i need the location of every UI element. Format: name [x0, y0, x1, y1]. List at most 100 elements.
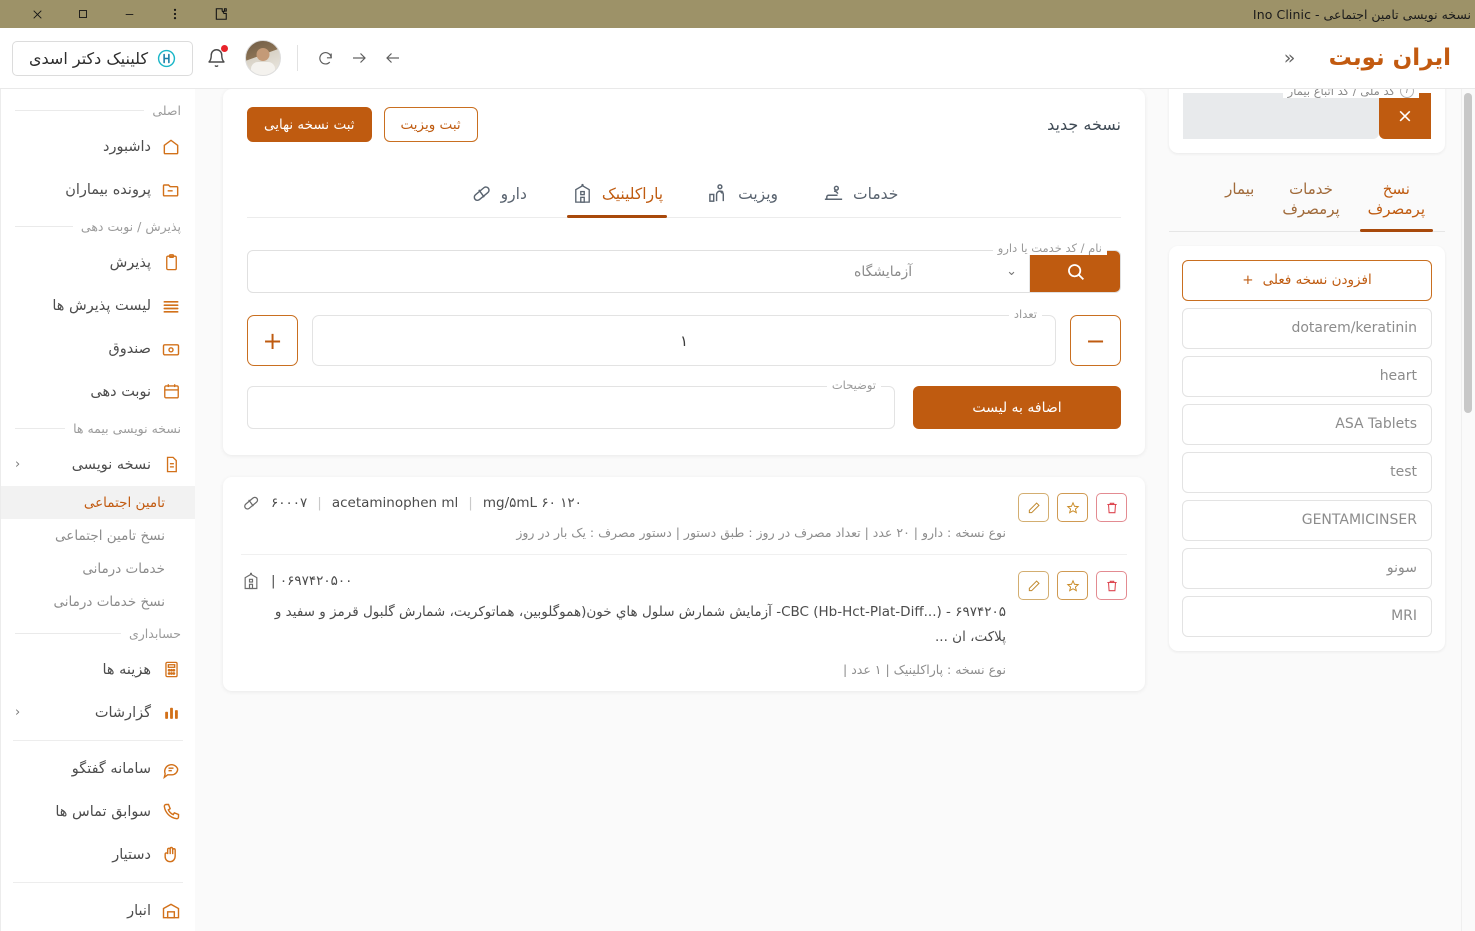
list-item[interactable]: ASA Tablets	[1182, 403, 1432, 445]
reload-icon[interactable]	[308, 41, 342, 75]
clinic-selector[interactable]: کلینیک دکتر اسدی	[12, 40, 194, 76]
sidebar-item-warehouse[interactable]: انبار	[1, 889, 195, 931]
patient-lookup-card: i کد ملی / کد اتباع بیمار ×	[1169, 89, 1445, 153]
delete-button[interactable]	[1096, 571, 1127, 600]
clear-patient-button[interactable]: ×	[1379, 93, 1431, 139]
list-item[interactable]: heart	[1182, 355, 1432, 397]
list-item[interactable]: GENTAMICINSER	[1182, 499, 1432, 541]
sidebar-item-call-history[interactable]: سوابق تماس ها	[1, 790, 195, 833]
chevron-left-icon: ‹	[15, 705, 21, 720]
tab-patient[interactable]: بیمار	[1211, 171, 1268, 231]
sidebar-item-tamin-prescriptions[interactable]: نسخ تامین اجتماعی	[1, 519, 195, 552]
star-icon	[1066, 501, 1079, 514]
minimize-icon[interactable]	[106, 0, 152, 28]
add-item-form: نام / کد خدمت یا دارو ⌄ آزمایشگاه − تعدا…	[247, 241, 1121, 429]
user-avatar[interactable]	[245, 40, 282, 76]
sidebar-item-label: هزینه ها	[102, 661, 151, 678]
sidebar-item-cashbox[interactable]: صندوق	[1, 327, 195, 370]
sidebar-item-health-services[interactable]: خدمات درمانی	[1, 552, 195, 585]
sidebar-item-label: پذیرش	[109, 254, 151, 271]
tab-services[interactable]: خدمات	[818, 176, 902, 217]
prescription-meta: نوع نسخه : پاراکلینیک | ۱ عدد |	[843, 661, 1006, 677]
chevron-left-icon: ‹	[15, 457, 21, 472]
sidebar-item-assistant[interactable]: دستیار	[1, 833, 195, 876]
sidebar-item-tamin-ejtemaei[interactable]: تامین اجتماعی	[1, 486, 195, 519]
plus-icon: +	[1242, 272, 1254, 288]
sidebar-item-prescribing[interactable]: نسخه نویسی ‹	[1, 443, 195, 486]
sidebar-item-patient-files[interactable]: پرونده بیماران	[1, 168, 195, 211]
divider-line	[15, 109, 145, 111]
list-item: ۰۶۹۷۴۲۰۵۰۰ | ۶۹۷۴۲۰۵ - (...CBC (Hb-Hct-P…	[241, 555, 1127, 691]
quantity-increment-button[interactable]: +	[247, 315, 298, 366]
chart-icon	[161, 703, 181, 723]
therapy-icon	[822, 182, 845, 205]
search-icon	[1067, 264, 1084, 280]
close-icon[interactable]	[14, 0, 60, 28]
sidebar-divider	[13, 740, 183, 741]
maximize-icon[interactable]	[60, 0, 106, 28]
sidebar-item-appointments[interactable]: نوبت دهی	[1, 370, 195, 413]
sidebar-divider	[13, 882, 183, 883]
list-item[interactable]: dotarem/keratinin	[1182, 307, 1432, 349]
page-scrollbar[interactable]	[1461, 89, 1475, 931]
favorite-button[interactable]	[1057, 571, 1088, 600]
sidebar-collapse-button[interactable]: «	[1277, 48, 1303, 68]
edit-button[interactable]	[1018, 493, 1049, 522]
sidebar-item-chat[interactable]: سامانه گفتگو	[1, 747, 195, 790]
forward-icon[interactable]	[342, 41, 376, 75]
search-button[interactable]	[1030, 251, 1120, 292]
scrollbar-thumb[interactable]	[1464, 93, 1472, 413]
header-divider	[297, 45, 299, 71]
sidebar-item-reception-list[interactable]: لیست پذیرش ها	[1, 284, 195, 327]
description-input[interactable]	[247, 386, 895, 429]
service-category-select[interactable]: ⌄ آزمایشگاه	[842, 251, 1030, 292]
home-icon	[161, 137, 181, 157]
favorite-button[interactable]	[1057, 493, 1088, 522]
edit-button[interactable]	[1018, 571, 1049, 600]
delete-button[interactable]	[1096, 493, 1127, 522]
add-to-list-button[interactable]: اضافه به لیست	[913, 386, 1121, 429]
kebab-menu-icon[interactable]	[152, 0, 198, 28]
prescription-code: ۶۰۰۰۷	[271, 495, 308, 511]
list-item[interactable]: سونو	[1182, 547, 1432, 589]
extension-icon[interactable]	[198, 0, 244, 28]
list-item[interactable]: test	[1182, 451, 1432, 493]
quantity-input[interactable]: ۱	[312, 315, 1056, 366]
header-brand-group: ایران نوبت «	[1277, 45, 1451, 71]
prescription-headline: ۰۶۹۷۴۲۰۵۰۰ |	[241, 571, 1006, 591]
tab-paraclinic[interactable]: پاراکلینیک	[566, 176, 668, 218]
quantity-decrement-button[interactable]: −	[1070, 315, 1121, 366]
sidebar-group-text: حسابداری	[128, 625, 181, 641]
pill-icon	[241, 493, 261, 513]
tab-medicine[interactable]: دارو	[466, 176, 531, 217]
separator: |	[468, 495, 473, 511]
header-actions: ثبت نسخه نهایی ثبت ویزیت	[247, 107, 478, 142]
sidebar-item-dashboard[interactable]: داشبورد	[1, 125, 195, 168]
national-id-input[interactable]	[1183, 93, 1379, 139]
quantity-wrap: تعداد ۱	[312, 307, 1056, 366]
search-input[interactable]	[248, 251, 842, 292]
notifications-button[interactable]	[193, 44, 239, 69]
prescription-code: ۰۶۹۷۴۲۰۵۰۰ |	[271, 573, 353, 589]
quantity-legend: تعداد	[1008, 307, 1042, 321]
sidebar-item-expenses[interactable]: هزینه ها	[1, 648, 195, 691]
add-current-prescription-button[interactable]: افزودن نسخه فعلی +	[1182, 259, 1432, 301]
sidebar-item-label: دستیار	[112, 846, 151, 863]
submit-final-prescription-button[interactable]: ثبت نسخه نهایی	[247, 107, 372, 142]
tab-frequent-prescriptions[interactable]: نسخ پرمصرف	[1354, 171, 1439, 231]
sidebar-item-reception[interactable]: پذیرش	[1, 241, 195, 284]
list-item[interactable]: MRI	[1182, 595, 1432, 637]
document-icon	[161, 455, 181, 475]
pill-icon	[470, 182, 493, 205]
app-brand-logo: ایران نوبت	[1328, 45, 1451, 71]
sidebar-item-health-service-prescriptions[interactable]: نسخ خدمات درمانی	[1, 585, 195, 618]
info-icon[interactable]: i	[1400, 89, 1414, 98]
tab-visit[interactable]: ویزیت	[703, 176, 782, 217]
national-id-legend: i کد ملی / کد اتباع بیمار	[1282, 89, 1419, 98]
register-visit-button[interactable]: ثبت ویزیت	[383, 107, 478, 142]
back-icon[interactable]	[376, 41, 410, 75]
prescription-row-top: ۰۶۹۷۴۲۰۵۰۰ | ۶۹۷۴۲۰۵ - (...CBC (Hb-Hct-P…	[241, 571, 1127, 677]
sidebar-item-reports[interactable]: گزارشات ‹	[1, 691, 195, 734]
tab-frequent-services[interactable]: خدمات پرمصرف	[1268, 171, 1353, 231]
sidebar-group-label-main: اصلی	[1, 95, 195, 125]
